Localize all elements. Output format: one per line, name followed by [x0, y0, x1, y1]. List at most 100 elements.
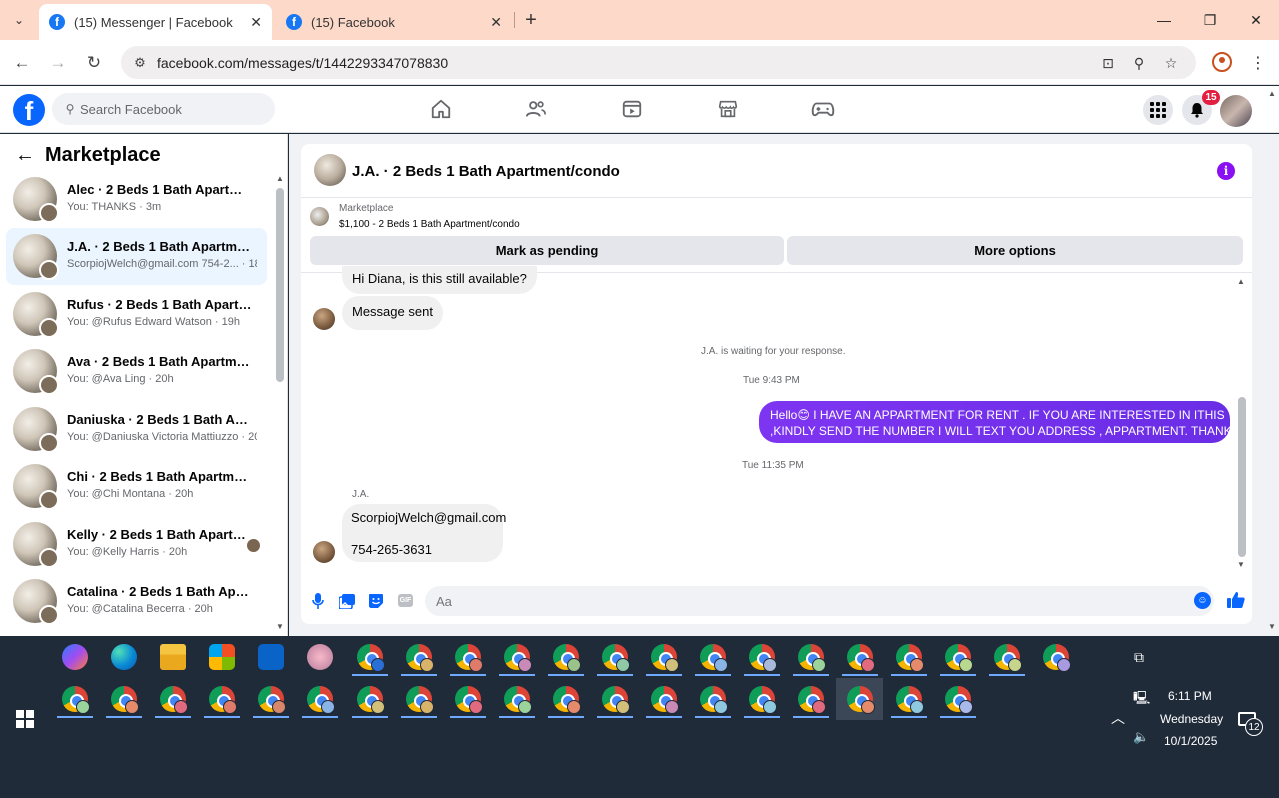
url-text[interactable]: facebook.com/messages/t/1442293347078830: [157, 55, 448, 71]
chrome-profile-icon[interactable]: [504, 686, 532, 714]
chrome-profile-icon[interactable]: [455, 644, 483, 672]
chrome-profile-icon[interactable]: [945, 644, 973, 672]
scroll-up-arrow-icon[interactable]: ▲: [1237, 277, 1245, 286]
reply-phone[interactable]: 754-265-3631: [351, 542, 494, 558]
back-button[interactable]: ←: [9, 50, 35, 76]
show-hidden-icons-chevron-icon[interactable]: ︿: [1111, 708, 1125, 728]
reload-button[interactable]: ↻: [81, 50, 107, 76]
conversation-item-catalina[interactable]: Catalina · 2 Beds 1 Bath Apartm... You: …: [6, 573, 267, 630]
store-icon[interactable]: [209, 644, 235, 670]
chrome-profile-icon[interactable]: [847, 644, 875, 672]
scroll-down-arrow-icon[interactable]: ▼: [276, 622, 284, 631]
app-icon[interactable]: [307, 644, 333, 670]
file-explorer-icon[interactable]: [160, 644, 186, 670]
chrome-profile-icon[interactable]: [749, 644, 777, 672]
chrome-profile-icon[interactable]: [994, 644, 1022, 672]
menu-grid-icon[interactable]: [1143, 95, 1173, 125]
back-arrow-icon[interactable]: ←: [14, 144, 36, 166]
facebook-logo-icon[interactable]: f: [13, 94, 45, 126]
chrome-profile-icon[interactable]: [749, 686, 777, 714]
chrome-profile-icon[interactable]: [553, 686, 581, 714]
chrome-profile-icon[interactable]: [847, 686, 875, 714]
restore-button[interactable]: ❐: [1187, 0, 1233, 40]
chrome-profile-icon[interactable]: [406, 686, 434, 714]
chrome-profile-icon[interactable]: [798, 686, 826, 714]
emoji-icon[interactable]: ☺: [1194, 592, 1211, 609]
chrome-profile-icon[interactable]: [307, 686, 335, 714]
chrome-profile-icon[interactable]: [209, 686, 237, 714]
chrome-profile-icon[interactable]: [455, 686, 483, 714]
conversation-item-daniuska[interactable]: Daniuska · 2 Beds 1 Bath Apart... You: @…: [6, 401, 267, 458]
scroll-down-arrow-icon[interactable]: ▼: [1237, 560, 1245, 569]
message-input[interactable]: [425, 586, 1214, 616]
gaming-icon[interactable]: [810, 96, 836, 122]
volume-icon[interactable]: 🔈: [1133, 729, 1149, 745]
new-tab-button[interactable]: +: [520, 8, 542, 32]
info-icon[interactable]: i: [1217, 162, 1235, 180]
chrome-profile-icon[interactable]: [406, 644, 434, 672]
network-icon[interactable]: 🖳: [1133, 689, 1150, 711]
browser-menu-icon[interactable]: ⋮: [1250, 52, 1266, 74]
sender-avatar[interactable]: [313, 308, 335, 330]
minimize-button[interactable]: —: [1141, 0, 1187, 40]
task-view-icon[interactable]: ⧉: [1134, 649, 1144, 666]
sender-avatar[interactable]: [313, 541, 335, 563]
chat-title[interactable]: J.A. · 2 Beds 1 Bath Apartment/condo: [352, 163, 620, 180]
reply-email[interactable]: ScorpiojWelch@gmail.com: [351, 510, 506, 526]
clock-time[interactable]: 6:11 PM: [1168, 689, 1212, 703]
chrome-profile-icon[interactable]: [602, 644, 630, 672]
address-bar[interactable]: ⚙ facebook.com/messages/t/14422933470788…: [121, 46, 1196, 79]
chrome-profile-icon[interactable]: [357, 644, 385, 672]
facebook-search[interactable]: ⚲ Search Facebook: [52, 93, 275, 125]
chrome-profile-icon[interactable]: [357, 686, 385, 714]
clock-day[interactable]: Wednesday: [1160, 712, 1223, 726]
close-tab-icon[interactable]: ✕: [250, 14, 262, 31]
chrome-profile-icon[interactable]: [111, 686, 139, 714]
conversation-item-chi[interactable]: Chi · 2 Beds 1 Bath Apartment/c... You: …: [6, 458, 267, 515]
chrome-profile-icon[interactable]: [700, 686, 728, 714]
page-scroll-down-arrow-icon[interactable]: ▼: [1268, 622, 1276, 631]
chrome-profile-icon[interactable]: [258, 686, 286, 714]
scroll-up-arrow-icon[interactable]: ▲: [276, 174, 284, 183]
chrome-profile-icon[interactable]: [62, 686, 90, 714]
page-scroll-up-arrow-icon[interactable]: ▲: [1268, 89, 1276, 98]
bookmark-star-icon[interactable]: ☆: [1161, 53, 1181, 73]
tab-search-menu[interactable]: ⌄: [6, 8, 32, 32]
chrome-profile-icon[interactable]: [602, 686, 630, 714]
marketplace-icon[interactable]: [715, 96, 741, 122]
chrome-profile-icon[interactable]: [896, 686, 924, 714]
chrome-profile-icon[interactable]: [504, 644, 532, 672]
chrome-profile-icon[interactable]: [651, 686, 679, 714]
listing-price[interactable]: $1,100 - 2 Beds 1 Bath Apartment/condo: [339, 219, 520, 230]
conversation-list-scrollbar[interactable]: [276, 188, 284, 382]
chat-scrollbar[interactable]: [1238, 397, 1246, 557]
home-icon[interactable]: [428, 96, 454, 122]
close-tab-icon[interactable]: ✕: [490, 14, 502, 31]
edge-icon[interactable]: [111, 644, 137, 670]
chrome-profile-icon[interactable]: [160, 686, 188, 714]
chrome-profile-icon[interactable]: [700, 644, 728, 672]
friends-icon[interactable]: [523, 96, 549, 122]
search-placeholder[interactable]: Search Facebook: [80, 102, 182, 117]
conversation-item-rufus[interactable]: Rufus · 2 Beds 1 Bath Apartmen... You: @…: [6, 286, 267, 343]
conversation-item-ava[interactable]: Ava · 2 Beds 1 Bath Apartment/... You: @…: [6, 343, 267, 400]
thumbs-up-icon[interactable]: [1225, 589, 1247, 611]
mark-as-pending-button[interactable]: Mark as pending: [310, 236, 784, 265]
chrome-profile-icon[interactable]: [896, 644, 924, 672]
copilot-icon[interactable]: [62, 644, 88, 670]
listing-thumbnail[interactable]: [310, 207, 329, 226]
chrome-profile-icon[interactable]: [945, 686, 973, 714]
chrome-profile-icon[interactable]: [1043, 644, 1071, 672]
microphone-icon[interactable]: [309, 592, 327, 610]
outlook-icon[interactable]: [258, 644, 284, 670]
chat-listing-avatar[interactable]: [314, 154, 346, 186]
notification-count[interactable]: 12: [1245, 718, 1263, 736]
conversation-item-ja[interactable]: J.A. · 2 Beds 1 Bath Apartment/c... Scor…: [6, 228, 267, 285]
close-window-button[interactable]: ✕: [1233, 0, 1279, 40]
sticker-icon[interactable]: [367, 592, 385, 610]
account-avatar[interactable]: [1220, 95, 1252, 127]
gif-icon[interactable]: GIF: [398, 594, 413, 607]
chrome-profile-icon[interactable]: [553, 644, 581, 672]
tab-facebook[interactable]: f (15) Facebook ✕: [276, 4, 512, 40]
conversation-item-kelly[interactable]: Kelly · 2 Beds 1 Bath Apartme... You: @K…: [6, 516, 267, 573]
